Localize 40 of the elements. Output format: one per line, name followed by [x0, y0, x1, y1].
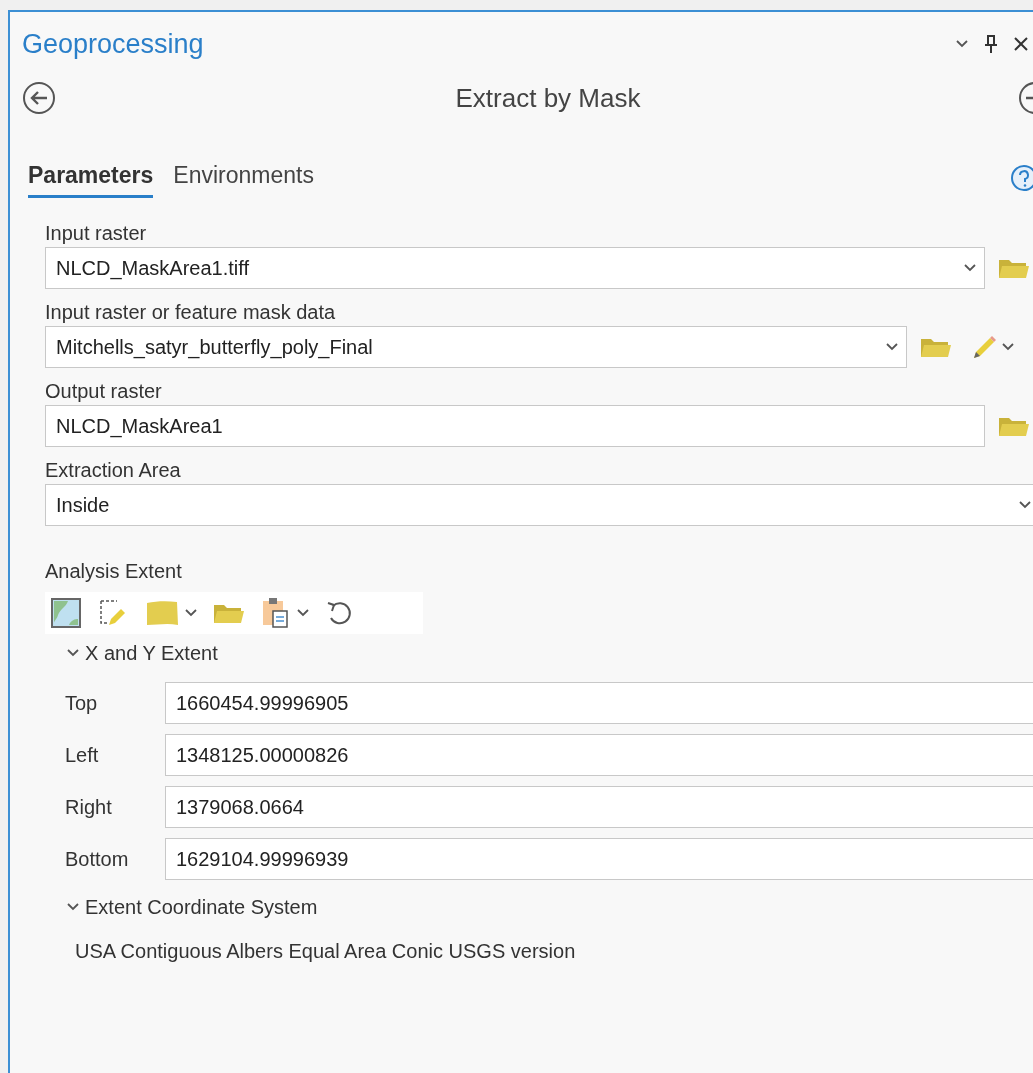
field-label: Top	[65, 691, 99, 716]
caret-icon	[1019, 501, 1031, 509]
coordinate-system-text: USA Contiguous Albers Equal Area Conic USGS version	[75, 939, 577, 964]
input-field[interactable]: 1629104.99996939	[165, 838, 1033, 880]
caret-icon	[1002, 343, 1014, 351]
field-label: Input raster	[45, 221, 148, 246]
field-label: Output raster	[45, 379, 163, 404]
close-icon[interactable]	[1014, 37, 1028, 51]
input-field[interactable]: 1660454.99996905	[165, 682, 1033, 724]
caret-icon	[956, 40, 968, 48]
caret-icon	[886, 343, 898, 351]
panel-title: Geoprocessing	[22, 27, 204, 61]
caret-icon	[67, 649, 79, 657]
expander[interactable]: X and Y Extent	[67, 638, 1033, 668]
dropdown-field[interactable]: Mitchells_satyr_butterfly_poly_Final	[45, 326, 907, 368]
tab[interactable]: Parameters	[28, 157, 154, 198]
dropdown-field[interactable]: NLCD_MaskArea1.tiff	[45, 247, 985, 289]
caret-icon	[964, 264, 976, 272]
caret-icon	[185, 609, 197, 617]
folder-icon[interactable]	[213, 602, 245, 624]
input-field[interactable]: 1379068.0664	[165, 786, 1033, 828]
tool-title: Extract by Mask	[455, 81, 641, 115]
tab[interactable]: Environments	[173, 157, 314, 198]
map-icon[interactable]	[51, 598, 81, 628]
section-label: Analysis Extent	[45, 559, 183, 584]
expander[interactable]: Extent Coordinate System	[67, 892, 1033, 922]
caret-icon	[67, 903, 79, 911]
field-label: Extraction Area	[45, 458, 182, 483]
back-icon[interactable]	[22, 81, 56, 115]
help-icon[interactable]	[1010, 164, 1033, 192]
dropdown-field[interactable]: Inside	[45, 484, 1033, 526]
input-field[interactable]: NLCD_MaskArea1	[45, 405, 985, 447]
input-field[interactable]: 1348125.00000826	[165, 734, 1033, 776]
field-label: Left	[65, 743, 100, 768]
caret-icon	[297, 609, 309, 617]
field-label: Bottom	[65, 847, 130, 872]
field-label: Input raster or feature mask data	[45, 300, 337, 325]
field-label: Right	[65, 795, 113, 820]
paste-icon[interactable]	[261, 597, 291, 629]
pin-icon[interactable]	[984, 35, 998, 53]
